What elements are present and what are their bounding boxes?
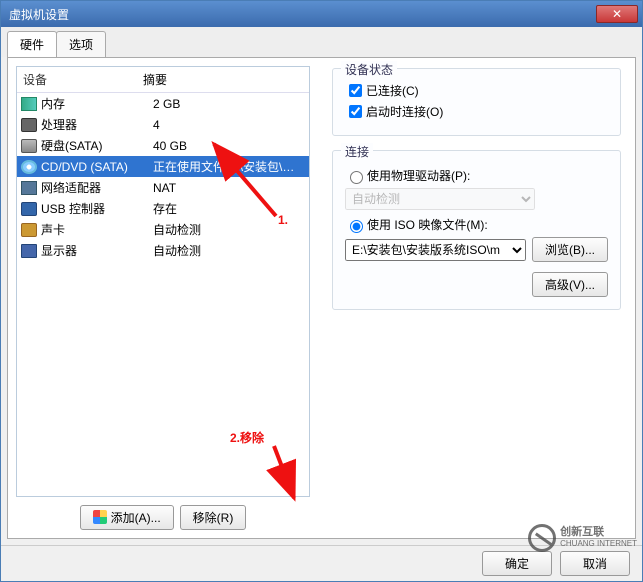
use-physical-radio-row[interactable]: 使用物理驱动器(P): — [345, 167, 608, 184]
device-name: 网络适配器 — [41, 179, 153, 196]
connect-poweron-label: 启动时连接(O) — [366, 103, 443, 120]
watermark-sub: CHUANG INTERNET — [560, 538, 637, 550]
left-buttons: 添加(A)... 移除(R) — [16, 505, 310, 530]
device-row[interactable]: 硬盘(SATA)40 GB — [17, 135, 309, 156]
cancel-button[interactable]: 取消 — [560, 551, 630, 576]
connected-checkbox[interactable] — [349, 84, 362, 97]
device-name: USB 控制器 — [41, 200, 153, 217]
device-summary: 40 GB — [153, 139, 305, 153]
use-physical-label: 使用物理驱动器(P): — [367, 167, 470, 184]
connect-poweron-checkbox-row[interactable]: 启动时连接(O) — [345, 102, 608, 121]
connection-group: 连接 使用物理驱动器(P): 自动检测 使用 ISO 映像文件(M): — [332, 150, 621, 310]
watermark: 创新互联 CHUANG INTERNET — [528, 524, 637, 552]
device-name: 显示器 — [41, 242, 153, 259]
device-name: 硬盘(SATA) — [41, 137, 153, 154]
hdd-icon — [21, 139, 37, 153]
cd-icon — [21, 160, 37, 174]
browse-button[interactable]: 浏览(B)... — [532, 237, 608, 262]
vm-settings-window: 虚拟机设置 ✕ 硬件 选项 设备 摘要 内存2 GB处理器4硬盘(SATA)40… — [0, 0, 643, 582]
device-list: 设备 摘要 内存2 GB处理器4硬盘(SATA)40 GBCD/DVD (SAT… — [16, 66, 310, 497]
device-row[interactable]: 处理器4 — [17, 114, 309, 135]
right-panel: 设备状态 已连接(C) 启动时连接(O) 连接 使用物理驱动器(P): — [318, 58, 635, 538]
close-icon: ✕ — [612, 7, 622, 21]
device-status-legend: 设备状态 — [341, 61, 397, 78]
device-summary: 自动检测 — [153, 242, 305, 259]
connected-checkbox-row[interactable]: 已连接(C) — [345, 81, 608, 100]
titlebar: 虚拟机设置 ✕ — [1, 1, 642, 27]
device-row[interactable]: 网络适配器NAT — [17, 177, 309, 198]
nic-icon — [21, 181, 37, 195]
watermark-brand: 创新互联 — [560, 526, 637, 538]
add-button[interactable]: 添加(A)... — [80, 505, 174, 530]
shield-icon — [93, 510, 107, 524]
watermark-icon — [528, 524, 556, 552]
close-button[interactable]: ✕ — [596, 5, 638, 23]
use-physical-radio[interactable] — [350, 171, 363, 184]
col-summary: 摘要 — [137, 67, 309, 92]
device-summary: 自动检测 — [153, 221, 305, 238]
device-summary: 2 GB — [153, 97, 305, 111]
tab-options[interactable]: 选项 — [56, 31, 106, 57]
cpu-icon — [21, 118, 37, 132]
window-title: 虚拟机设置 — [9, 6, 596, 23]
connected-label: 已连接(C) — [366, 82, 419, 99]
device-list-header: 设备 摘要 — [17, 67, 309, 93]
device-row[interactable]: 内存2 GB — [17, 93, 309, 114]
device-row[interactable]: CD/DVD (SATA)正在使用文件 E:\安装包\安装版系统… — [17, 156, 309, 177]
tab-hardware[interactable]: 硬件 — [7, 31, 57, 57]
device-summary: 存在 — [153, 200, 305, 217]
device-row[interactable]: USB 控制器存在 — [17, 198, 309, 219]
usb-icon — [21, 202, 37, 216]
ok-button[interactable]: 确定 — [482, 551, 552, 576]
device-summary: NAT — [153, 181, 305, 195]
col-device: 设备 — [17, 67, 137, 92]
device-name: 处理器 — [41, 116, 153, 133]
left-panel: 设备 摘要 内存2 GB处理器4硬盘(SATA)40 GBCD/DVD (SAT… — [8, 58, 318, 538]
device-row[interactable]: 显示器自动检测 — [17, 240, 309, 261]
device-summary: 4 — [153, 118, 305, 132]
device-name: 内存 — [41, 95, 153, 112]
use-iso-radio[interactable] — [350, 220, 363, 233]
device-summary: 正在使用文件 E:\安装包\安装版系统… — [153, 158, 305, 175]
device-name: CD/DVD (SATA) — [41, 160, 153, 174]
device-status-group: 设备状态 已连接(C) 启动时连接(O) — [332, 68, 621, 136]
mon-icon — [21, 244, 37, 258]
use-iso-label: 使用 ISO 映像文件(M): — [367, 216, 488, 233]
mem-icon — [21, 97, 37, 111]
device-row[interactable]: 声卡自动检测 — [17, 219, 309, 240]
physical-drive-select: 自动检测 — [345, 188, 535, 210]
snd-icon — [21, 223, 37, 237]
iso-path-select[interactable]: E:\安装包\安装版系统ISO\m — [345, 239, 526, 261]
advanced-button[interactable]: 高级(V)... — [532, 272, 608, 297]
connection-legend: 连接 — [341, 143, 373, 160]
tabs: 硬件 选项 — [1, 27, 642, 57]
connect-poweron-checkbox[interactable] — [349, 105, 362, 118]
remove-button[interactable]: 移除(R) — [180, 505, 247, 530]
device-name: 声卡 — [41, 221, 153, 238]
use-iso-radio-row[interactable]: 使用 ISO 映像文件(M): — [345, 216, 608, 233]
tab-content: 设备 摘要 内存2 GB处理器4硬盘(SATA)40 GBCD/DVD (SAT… — [7, 57, 636, 539]
